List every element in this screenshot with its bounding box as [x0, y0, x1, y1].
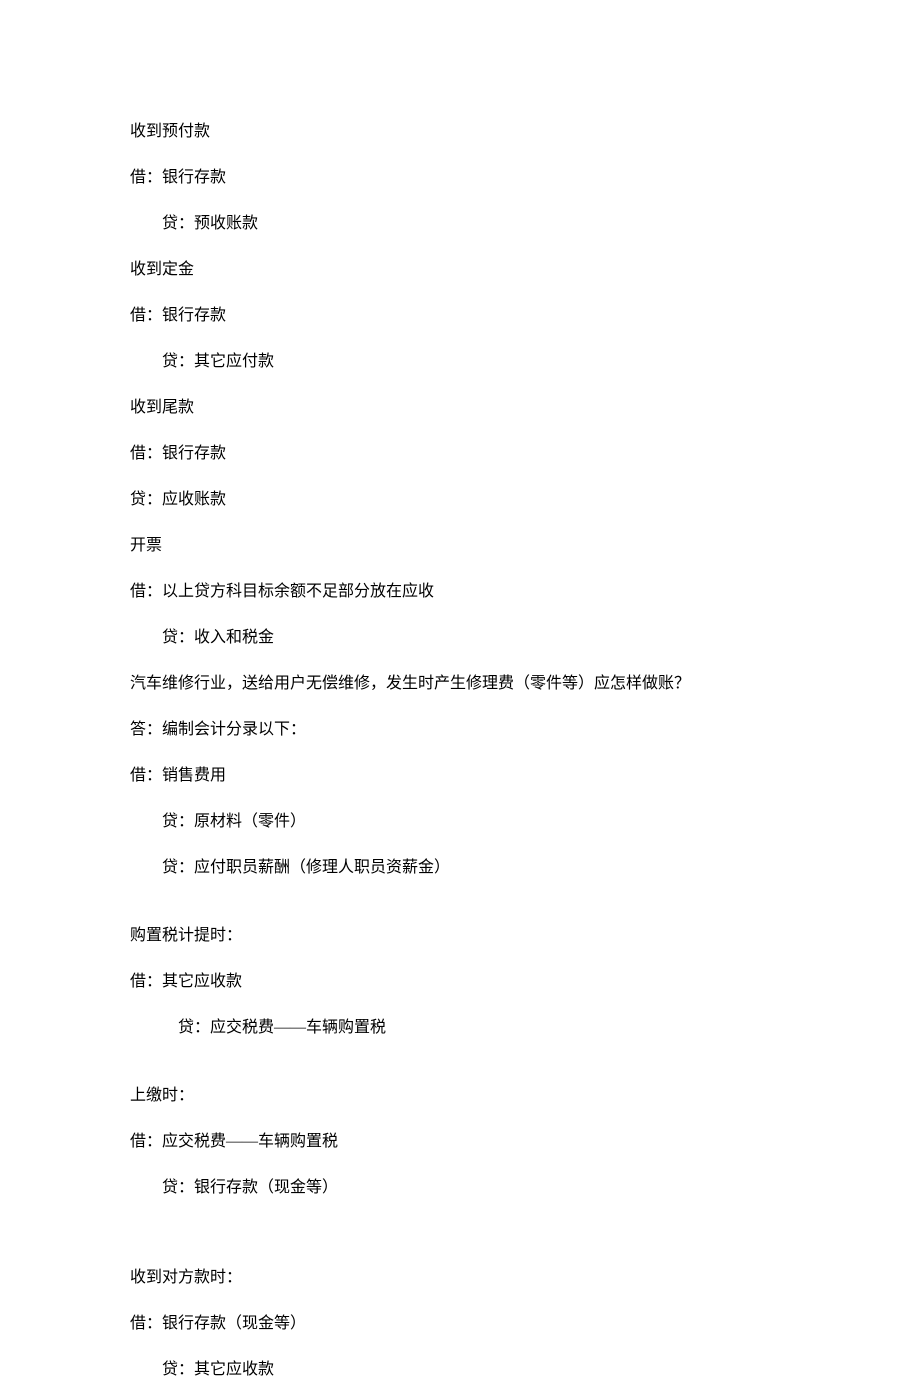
text-line: 贷：其它应收款 [130, 1358, 790, 1382]
text-line [130, 1244, 790, 1266]
text-line: 借：其它应收款 [130, 970, 790, 994]
text-line: 贷：收入和税金 [130, 626, 790, 650]
text-line [130, 1222, 790, 1244]
text-line: 购置税计提时： [130, 924, 790, 948]
text-line: 借：销售费用 [130, 764, 790, 788]
document-body: 收到预付款借：银行存款贷：预收账款收到定金借：银行存款贷：其它应付款收到尾款借：… [130, 120, 790, 1382]
text-line: 贷：应付职员薪酬（修理人职员资薪金） [130, 856, 790, 880]
text-line: 收到定金 [130, 258, 790, 282]
text-line: 借：银行存款 [130, 442, 790, 466]
text-line: 借：以上贷方科目标余额不足部分放在应收 [130, 580, 790, 604]
text-line: 贷：银行存款（现金等） [130, 1176, 790, 1200]
text-line [130, 902, 790, 924]
text-line: 收到对方款时： [130, 1266, 790, 1290]
text-line: 开票 [130, 534, 790, 558]
text-line: 借：应交税费——车辆购置税 [130, 1130, 790, 1154]
text-line: 借：银行存款（现金等） [130, 1312, 790, 1336]
text-line: 答：编制会计分录以下： [130, 718, 790, 742]
text-line: 收到预付款 [130, 120, 790, 144]
text-line: 汽车维修行业，送给用户无偿维修，发生时产生修理费（零件等）应怎样做账？ [130, 672, 790, 696]
text-line: 贷：原材料（零件） [130, 810, 790, 834]
text-line: 借：银行存款 [130, 304, 790, 328]
text-line: 上缴时： [130, 1084, 790, 1108]
text-line: 贷：应交税费——车辆购置税 [130, 1016, 790, 1040]
text-line: 借：银行存款 [130, 166, 790, 190]
text-line: 贷：预收账款 [130, 212, 790, 236]
text-line: 收到尾款 [130, 396, 790, 420]
text-line [130, 1062, 790, 1084]
text-line: 贷：应收账款 [130, 488, 790, 512]
text-line: 贷：其它应付款 [130, 350, 790, 374]
